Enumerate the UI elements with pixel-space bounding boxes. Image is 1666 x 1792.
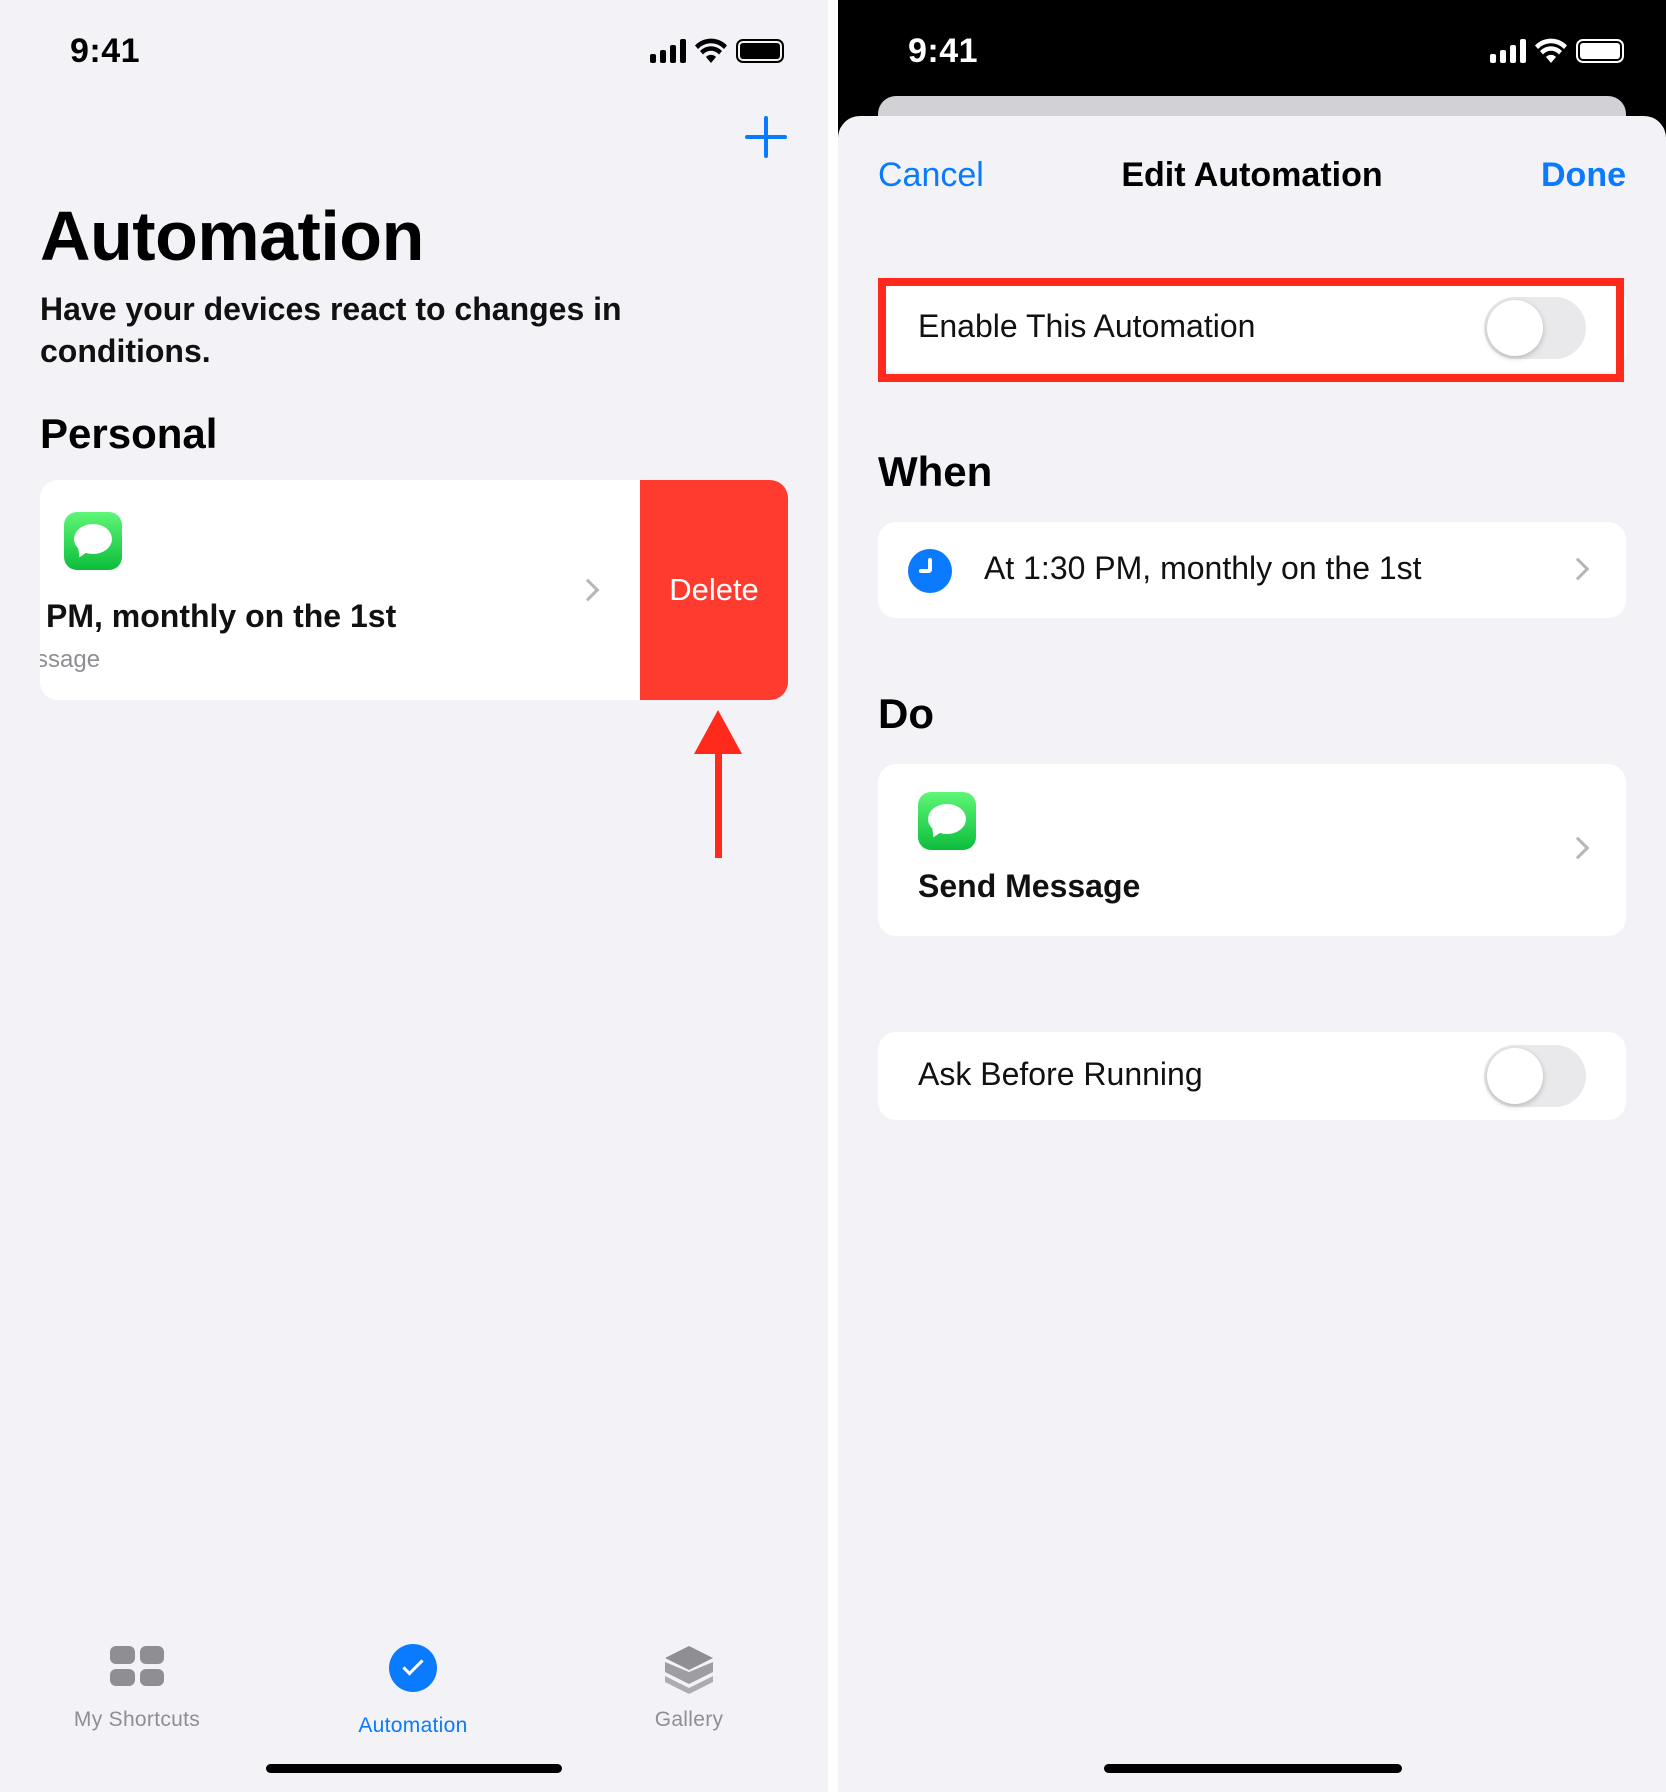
cellular-signal-icon (1490, 39, 1526, 63)
tab-my-shortcuts[interactable]: My Shortcuts (37, 1638, 237, 1732)
cellular-signal-icon (650, 39, 686, 63)
chevron-right-icon (1566, 836, 1590, 860)
ask-before-running-row: Ask Before Running (878, 1032, 1626, 1120)
wifi-icon (695, 38, 727, 63)
automation-title: PM, monthly on the 1st (46, 598, 397, 634)
section-heading-when: When (878, 448, 993, 495)
tab-label: Automation (358, 1714, 468, 1737)
when-trigger-row[interactable]: At 1:30 PM, monthly on the 1st (878, 522, 1626, 618)
home-indicator (1104, 1764, 1402, 1773)
cancel-button[interactable]: Cancel (878, 156, 984, 195)
edit-automation-sheet: Edit Automation Cancel Done Enable This … (838, 116, 1666, 1792)
done-button[interactable]: Done (1541, 156, 1626, 195)
status-icons (650, 34, 784, 68)
delete-button[interactable]: Delete (640, 480, 788, 700)
tab-bar: My Shortcuts Automation Gallery (0, 1620, 828, 1750)
section-heading-do: Do (878, 690, 934, 737)
layers-icon (665, 1646, 713, 1694)
do-action-row[interactable]: Send Message (878, 764, 1626, 936)
wifi-icon (1535, 38, 1567, 63)
automation-item[interactable]: PM, monthly on the 1st ssage (40, 480, 640, 700)
add-automation-button[interactable] (740, 112, 792, 164)
section-heading-personal: Personal (40, 410, 218, 457)
clock-icon (908, 549, 952, 593)
arrow-up-annotation (694, 710, 742, 858)
highlight-annotation (878, 278, 1624, 382)
page-title: Automation (40, 197, 424, 275)
ask-before-running-label: Ask Before Running (918, 1056, 1203, 1092)
messages-icon (918, 792, 976, 850)
right-screen: 9:41 Edit Automation Cancel Done Enable … (838, 0, 1666, 1792)
screen-divider (828, 0, 838, 1792)
automation-card: PM, monthly on the 1st ssage Delete (40, 480, 788, 700)
do-action-label: Send Message (918, 868, 1141, 904)
tab-label: Gallery (654, 1708, 724, 1731)
chevron-right-icon (1566, 557, 1590, 581)
battery-icon (1576, 39, 1624, 63)
automation-subtitle: ssage (40, 646, 101, 673)
status-icons (1490, 34, 1624, 68)
status-time: 9:41 (70, 32, 141, 70)
ask-before-running-toggle[interactable] (1484, 1045, 1586, 1107)
tab-gallery[interactable]: Gallery (589, 1638, 789, 1732)
status-time: 9:41 (908, 32, 979, 70)
home-indicator (266, 1764, 562, 1773)
tab-automation[interactable]: Automation (313, 1638, 513, 1738)
when-trigger-label: At 1:30 PM, monthly on the 1st (984, 550, 1422, 586)
tab-label: My Shortcuts (73, 1708, 201, 1731)
page-subtitle: Have your devices react to changes in co… (40, 291, 622, 369)
grid-icon (110, 1638, 164, 1686)
chevron-right-icon (576, 578, 600, 602)
battery-icon (736, 39, 784, 63)
clock-check-icon (389, 1644, 437, 1692)
messages-icon (64, 512, 122, 570)
left-screen: 9:41 Automation Have your devices react … (0, 0, 828, 1792)
